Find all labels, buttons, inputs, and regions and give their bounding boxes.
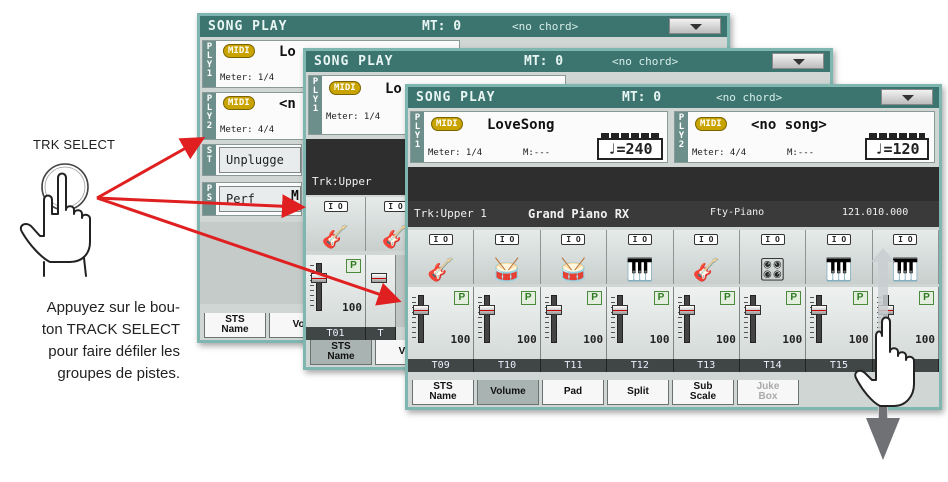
annotation-overlay bbox=[19, 137, 915, 460]
red-arrow-icon bbox=[96, 137, 402, 306]
pointing-hand-icon bbox=[854, 316, 915, 407]
